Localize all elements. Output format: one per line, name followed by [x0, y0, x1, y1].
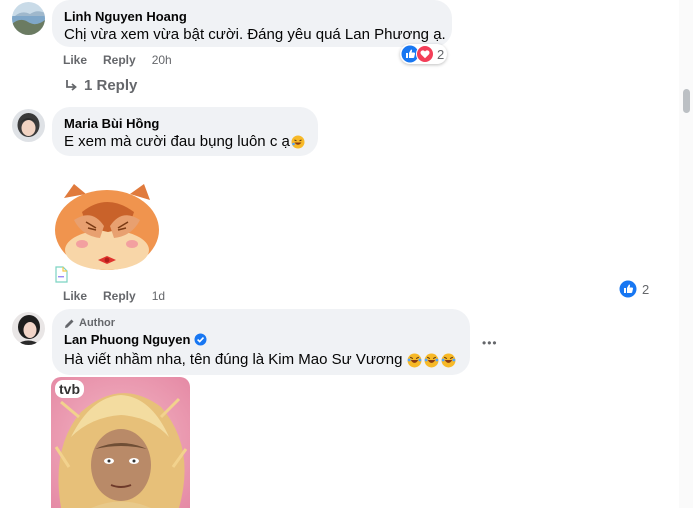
comment-text: Hà viết nhầm nha, tên đúng là Kim Mao Sư… — [64, 351, 403, 368]
sticker-file-icon — [55, 266, 68, 283]
avatar[interactable] — [12, 2, 45, 35]
reply-button[interactable]: Reply — [103, 53, 136, 67]
like-icon — [619, 280, 637, 298]
verified-icon — [194, 333, 207, 346]
comment-time[interactable]: 20h — [152, 53, 172, 67]
comment-text: Chị vừa xem vừa bật cười. Đáng yêu quá L… — [64, 26, 446, 43]
view-replies-label: 1 Reply — [84, 77, 138, 94]
like-button[interactable]: Like — [63, 289, 87, 303]
comment-photo[interactable]: tvb — [51, 377, 190, 508]
comment-author[interactable]: Lan Phuong Nguyen — [64, 331, 190, 348]
pencil-icon — [65, 319, 74, 328]
view-replies-link[interactable]: 1 Reply — [64, 77, 137, 94]
more-options-button[interactable]: ••• — [482, 336, 498, 350]
scrollbar-thumb[interactable] — [683, 89, 690, 113]
love-icon — [416, 45, 434, 63]
scrollbar-track[interactable] — [679, 0, 693, 508]
comment-actions: Like Reply 20h — [63, 53, 172, 67]
file-icon — [55, 266, 68, 283]
reply-arrow-icon — [66, 79, 77, 91]
comments-panel: { "comments": [ { "author": "Linh Nguyen… — [0, 0, 693, 508]
reaction-summary[interactable]: 2 — [400, 44, 448, 64]
laugh-emoji — [424, 353, 439, 367]
reaction-count: 2 — [642, 281, 650, 297]
reaction-count: 2 — [437, 46, 445, 62]
avatar[interactable] — [12, 109, 45, 142]
comment-bubble: Author Lan Phuong Nguyen Hà viết nhầm nh… — [52, 309, 470, 375]
tvb-logo: tvb — [55, 380, 84, 398]
author-badge: Author — [64, 316, 458, 330]
bear-sticker — [55, 184, 159, 270]
comment-author[interactable]: Linh Nguyen Hoang — [64, 8, 440, 25]
avatar-image — [12, 2, 45, 35]
comment-bubble: Linh Nguyen Hoang Chị vừa xem vừa bật cư… — [52, 0, 452, 47]
reply-button[interactable]: Reply — [103, 289, 136, 303]
comment-bubble: Maria Bùi Hồng E xem mà cười đau bụng lu… — [52, 107, 318, 156]
like-button[interactable]: Like — [63, 53, 87, 67]
reaction-summary[interactable]: 2 — [619, 280, 649, 298]
laugh-emoji — [291, 135, 305, 149]
comment-time[interactable]: 1d — [152, 289, 165, 303]
comment-author[interactable]: Maria Bùi Hồng — [64, 115, 306, 132]
laugh-emoji — [407, 353, 422, 367]
avatar[interactable] — [12, 312, 45, 345]
avatar-image — [12, 312, 45, 345]
laugh-emoji — [441, 353, 456, 367]
avatar-image — [12, 109, 45, 142]
comment-text: E xem mà cười đau bụng luôn c ạ — [64, 133, 290, 150]
comment-actions: Like Reply 1d — [63, 289, 165, 303]
author-badge-label: Author — [79, 317, 116, 329]
sticker-image[interactable] — [52, 180, 162, 272]
